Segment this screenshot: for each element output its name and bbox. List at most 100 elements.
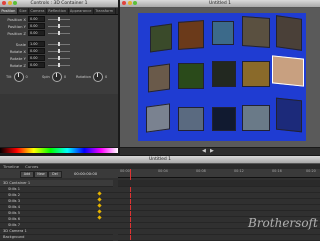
zoom-button[interactable]: [133, 1, 137, 5]
param-label: Rotate X: [9, 48, 26, 54]
ruler-tick: 00:20: [306, 169, 316, 173]
param-row: Scale 1.00: [2, 40, 70, 48]
tab-camera[interactable]: Camera: [29, 8, 47, 14]
dial-label: Tilt: [6, 75, 12, 79]
photo-tile: [242, 105, 270, 131]
delete-button[interactable]: Del: [48, 171, 62, 178]
close-button[interactable]: [2, 1, 6, 5]
photo-tile: [242, 61, 270, 87]
viewer-title: Untitled 1: [208, 1, 232, 6]
slider-knob[interactable]: [58, 63, 60, 67]
watermark-text: Brothersoft: [248, 216, 318, 230]
photo-tile: [242, 16, 270, 48]
photo-tile: [148, 63, 170, 93]
param-slider[interactable]: [48, 56, 70, 60]
param-slider[interactable]: [48, 49, 70, 53]
timeline-titlebar: Untitled 1: [0, 156, 320, 164]
layer-track[interactable]: [118, 234, 320, 241]
param-slider[interactable]: [48, 63, 70, 67]
slider-knob[interactable]: [58, 24, 60, 28]
zoom-button[interactable]: [13, 1, 17, 5]
tab-transform[interactable]: Transform: [94, 8, 116, 14]
composition-canvas[interactable]: [138, 13, 306, 141]
param-value-field[interactable]: 0.00: [28, 22, 45, 30]
ruler-tick: 00:04: [158, 169, 168, 173]
controls-empty-area: [0, 94, 118, 147]
slider-knob[interactable]: [58, 42, 60, 46]
param-slider[interactable]: [48, 42, 70, 46]
minimize-button[interactable]: [7, 1, 12, 5]
current-time[interactable]: 00:00:00:00: [74, 171, 97, 176]
watermark-logo: Brothersoft: [248, 216, 318, 230]
param-value-field[interactable]: 0.00: [28, 15, 45, 23]
dial-value[interactable]: 0: [26, 75, 28, 79]
slider-knob[interactable]: [58, 31, 60, 35]
param-label: Rotate Y: [10, 55, 26, 61]
param-value-field[interactable]: 0.00: [28, 47, 45, 55]
photo-tile: [150, 23, 172, 53]
layer-row[interactable]: Background: [0, 234, 113, 241]
controls-window: Controls : 3D Container 1 Position Size …: [0, 0, 118, 147]
param-label: Scale: [15, 41, 26, 47]
window-buttons: [2, 1, 17, 5]
param-value-field[interactable]: 0.00: [28, 54, 45, 62]
param-row: Position X 0.00: [2, 15, 70, 23]
tab-reflection[interactable]: Reflection: [47, 8, 69, 14]
tab-appearance[interactable]: Appearance: [69, 8, 94, 14]
add-button[interactable]: Add: [20, 171, 34, 178]
param-value-field[interactable]: 1.00: [28, 40, 45, 48]
ruler-tick: 00:00: [120, 169, 130, 173]
param-row: Rotate Y 0.00: [2, 54, 70, 62]
param-label: Position X: [7, 16, 26, 22]
viewer-titlebar: Untitled 1: [120, 0, 320, 8]
photo-tile: [178, 63, 204, 89]
dial-label: Rotation: [76, 75, 92, 79]
tab-size[interactable]: Size: [18, 8, 29, 14]
dial-control: Spin 0: [42, 72, 66, 82]
param-label: Position Z: [7, 30, 26, 36]
param-row: Rotate Z 0.00: [2, 61, 70, 69]
minimize-button[interactable]: [127, 1, 132, 5]
tab-position[interactable]: Position: [0, 8, 18, 14]
dial-control: Tilt 0: [6, 72, 28, 82]
ruler-tick: 00:12: [234, 169, 244, 173]
tilt-dial[interactable]: [13, 72, 24, 82]
controls-titlebar: Controls : 3D Container 1: [0, 0, 118, 8]
dial-group: Tilt 0 Spin 0 Rotation 0: [6, 72, 116, 92]
param-slider[interactable]: [48, 17, 70, 21]
new-button[interactable]: New: [34, 171, 48, 178]
slider-knob[interactable]: [58, 56, 60, 60]
slider-knob[interactable]: [58, 49, 60, 53]
photo-tile: [178, 20, 204, 50]
rewind-icon[interactable]: ◀: [202, 148, 206, 154]
spin-dial[interactable]: [51, 72, 62, 82]
photo-tile: [212, 21, 234, 45]
color-palette-bar[interactable]: [0, 148, 118, 153]
play-icon[interactable]: ▶: [210, 148, 214, 154]
param-row: Rotate X 0.00: [2, 47, 70, 55]
timeline-window: Untitled 1 Timeline Curves Add New Del 0…: [0, 156, 320, 241]
viewer-window: Untitled 1: [120, 0, 320, 147]
param-label: Position Y: [7, 23, 26, 29]
param-row: Position Y 0.00: [2, 22, 70, 30]
photo-tile: [212, 107, 236, 131]
slider-knob[interactable]: [58, 17, 60, 21]
photo-tile: [276, 97, 302, 133]
photo-tile: [272, 55, 304, 87]
dial-value[interactable]: 0: [64, 75, 66, 79]
dial-value[interactable]: 0: [105, 75, 107, 79]
param-label: Rotate Z: [9, 62, 26, 68]
close-button[interactable]: [122, 1, 126, 5]
rotation-dial[interactable]: [93, 72, 104, 82]
timeline-toolbar: Add New Del 00:00:00:00: [0, 169, 118, 178]
ruler-tick: 00:16: [272, 169, 282, 173]
window-buttons: [122, 1, 137, 5]
controls-title: Controls : 3D Container 1: [30, 1, 88, 6]
param-slider[interactable]: [48, 24, 70, 28]
time-ruler[interactable]: 00:00 00:04 00:08 00:12 00:16 00:20: [118, 169, 320, 178]
dial-control: Rotation 0: [76, 72, 107, 82]
param-slider[interactable]: [48, 31, 70, 35]
param-value-field[interactable]: 0.00: [28, 61, 45, 69]
param-value-field[interactable]: 0.00: [28, 29, 45, 37]
timeline-title: Untitled 1: [148, 157, 172, 162]
